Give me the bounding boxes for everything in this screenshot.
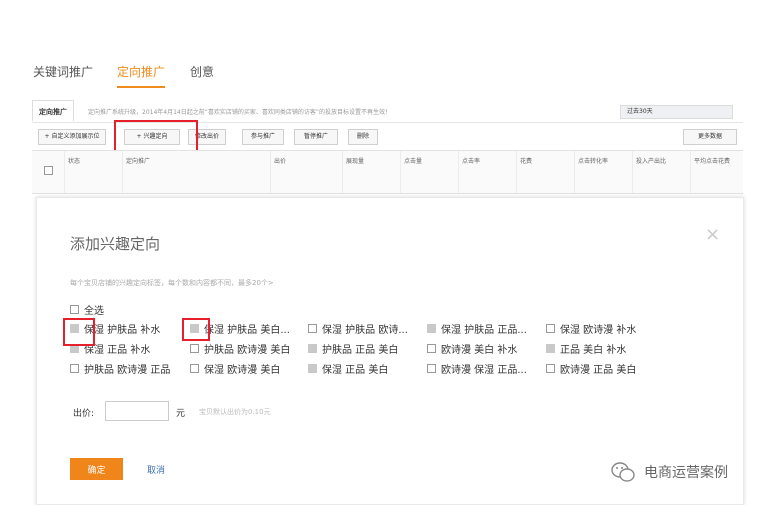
interest-option[interactable]: 正品 美白 补水 — [546, 341, 627, 356]
col-bid: 出价 — [270, 151, 342, 193]
interest-option[interactable]: 保湿 正品 美白 — [308, 361, 389, 376]
interest-option[interactable]: 保湿 护肤品 正品... — [427, 321, 527, 336]
interest-option[interactable]: 护肤品 正品 美白 — [308, 341, 399, 356]
bid-unit: 元 — [176, 409, 186, 419]
add-custom-button[interactable]: + 自定义添加展示位 — [38, 129, 106, 145]
select-all-option[interactable]: 全选 — [70, 302, 104, 317]
checkbox[interactable] — [427, 323, 436, 333]
wechat-icon — [611, 462, 635, 482]
option-label: 护肤品 欧诗漫 美白 — [204, 344, 291, 356]
option-label: 保湿 护肤品 补水 — [84, 324, 161, 336]
modal-title: 添加兴趣定向 — [70, 235, 161, 253]
date-range-select[interactable]: 过去30天 — [620, 105, 733, 119]
pause-promotion-button[interactable]: 暂停推广 — [294, 129, 338, 145]
sub-tab-targeting[interactable]: 定向推广 — [32, 100, 74, 121]
highlight-option-2 — [182, 318, 210, 341]
col-conversion: 点击转化率 — [574, 151, 632, 193]
bid-label: 出价: — [73, 409, 95, 419]
checkbox[interactable] — [546, 323, 555, 333]
interest-option[interactable]: 保湿 欧诗漫 美白 — [190, 361, 281, 376]
interest-option[interactable]: 欧诗漫 保湿 正品... — [427, 361, 527, 376]
checkbox[interactable] — [308, 343, 317, 353]
watermark: 电商运营案例 — [610, 460, 728, 484]
interest-option[interactable]: 欧诗漫 正品 美白 — [546, 361, 637, 376]
option-label: 保湿 护肤品 美白... — [204, 324, 290, 336]
option-label: 保湿 护肤品 正品... — [441, 324, 527, 336]
checkbox[interactable] — [190, 363, 199, 373]
col-roi: 投入产出比 — [632, 151, 690, 193]
modal-hint: 每个宝贝店铺的兴趣定向标签，每个数和内容都不同，最多20个> — [70, 279, 274, 287]
option-label: 保湿 欧诗漫 补水 — [560, 324, 637, 336]
col-targeting: 定向推广 — [122, 151, 270, 193]
table-header: 状态 定向推广 出价 展现量 点击量 点击率 花费 点击转化率 投入产出比 平均… — [32, 150, 743, 194]
tab-creative[interactable]: 创意 — [190, 63, 214, 80]
option-label: 保湿 欧诗漫 美白 — [204, 364, 281, 376]
col-clicks: 点击量 — [400, 151, 458, 193]
option-label: 欧诗漫 美白 补水 — [441, 344, 518, 356]
option-label: 保湿 护肤品 欧诗... — [322, 324, 408, 336]
option-label: 全选 — [84, 305, 104, 317]
checkbox[interactable] — [308, 363, 317, 373]
checkbox[interactable] — [308, 323, 317, 333]
select-all-checkbox[interactable] — [44, 166, 53, 175]
cancel-link[interactable]: 取消 — [147, 463, 165, 476]
tab-keyword[interactable]: 关键词推广 — [33, 63, 93, 80]
confirm-button[interactable]: 确定 — [70, 458, 123, 480]
col-status: 状态 — [64, 151, 122, 193]
interest-option[interactable]: 护肤品 欧诗漫 正品 — [70, 361, 171, 376]
interest-option[interactable]: 保湿 护肤品 欧诗... — [308, 321, 408, 336]
bid-input[interactable] — [105, 401, 169, 421]
option-label: 欧诗漫 正品 美白 — [560, 364, 637, 376]
checkbox[interactable] — [546, 363, 555, 373]
option-label: 保湿 正品 美白 — [322, 364, 389, 376]
col-avg-cpc: 平均点击花费 — [690, 151, 743, 193]
col-cost: 花费 — [516, 151, 574, 193]
join-promotion-button[interactable]: 参与推广 — [242, 129, 284, 145]
highlight-option-1 — [63, 318, 95, 346]
interest-option[interactable]: 护肤品 欧诗漫 美白 — [190, 341, 291, 356]
option-label: 正品 美白 补水 — [560, 344, 627, 356]
watermark-text: 电商运营案例 — [644, 465, 728, 481]
tab-targeting[interactable]: 定向推广 — [117, 63, 166, 88]
interest-option[interactable]: 保湿 欧诗漫 补水 — [546, 321, 637, 336]
checkbox[interactable] — [70, 363, 79, 373]
option-label: 欧诗漫 保湿 正品... — [441, 364, 527, 376]
upgrade-notice: 定向推广系统升级，2014年4月14日起之前“喜欢实店铺的买家、喜欢同类店铺的访… — [88, 109, 391, 116]
checkbox[interactable] — [190, 343, 199, 353]
col-impressions: 展现量 — [342, 151, 400, 193]
checkbox[interactable] — [427, 363, 436, 373]
highlight-add-interest — [114, 120, 198, 154]
add-interest-modal: 添加兴趣定向 × 每个宝贝店铺的兴趣定向标签，每个数和内容都不同，最多20个> … — [36, 197, 744, 505]
option-label: 护肤品 欧诗漫 正品 — [84, 364, 171, 376]
checkbox[interactable] — [427, 343, 436, 353]
toolbar: + 自定义添加展示位 + 兴趣定向 修改出价 参与推广 暂停推广 删除 更多数据 — [32, 120, 743, 154]
checkbox[interactable] — [70, 304, 79, 314]
bid-default-hint: 宝贝默认出价为0.10元 — [199, 408, 271, 416]
option-label: 护肤品 正品 美白 — [322, 344, 399, 356]
delete-button[interactable]: 删除 — [348, 129, 378, 145]
more-data-button[interactable]: 更多数据 — [683, 129, 737, 145]
interest-option[interactable]: 欧诗漫 美白 补水 — [427, 341, 518, 356]
close-icon[interactable]: × — [705, 224, 720, 245]
col-ctr: 点击率 — [458, 151, 516, 193]
checkbox[interactable] — [546, 343, 555, 353]
top-tabs: 关键词推广 定向推广 创意 — [0, 55, 783, 88]
